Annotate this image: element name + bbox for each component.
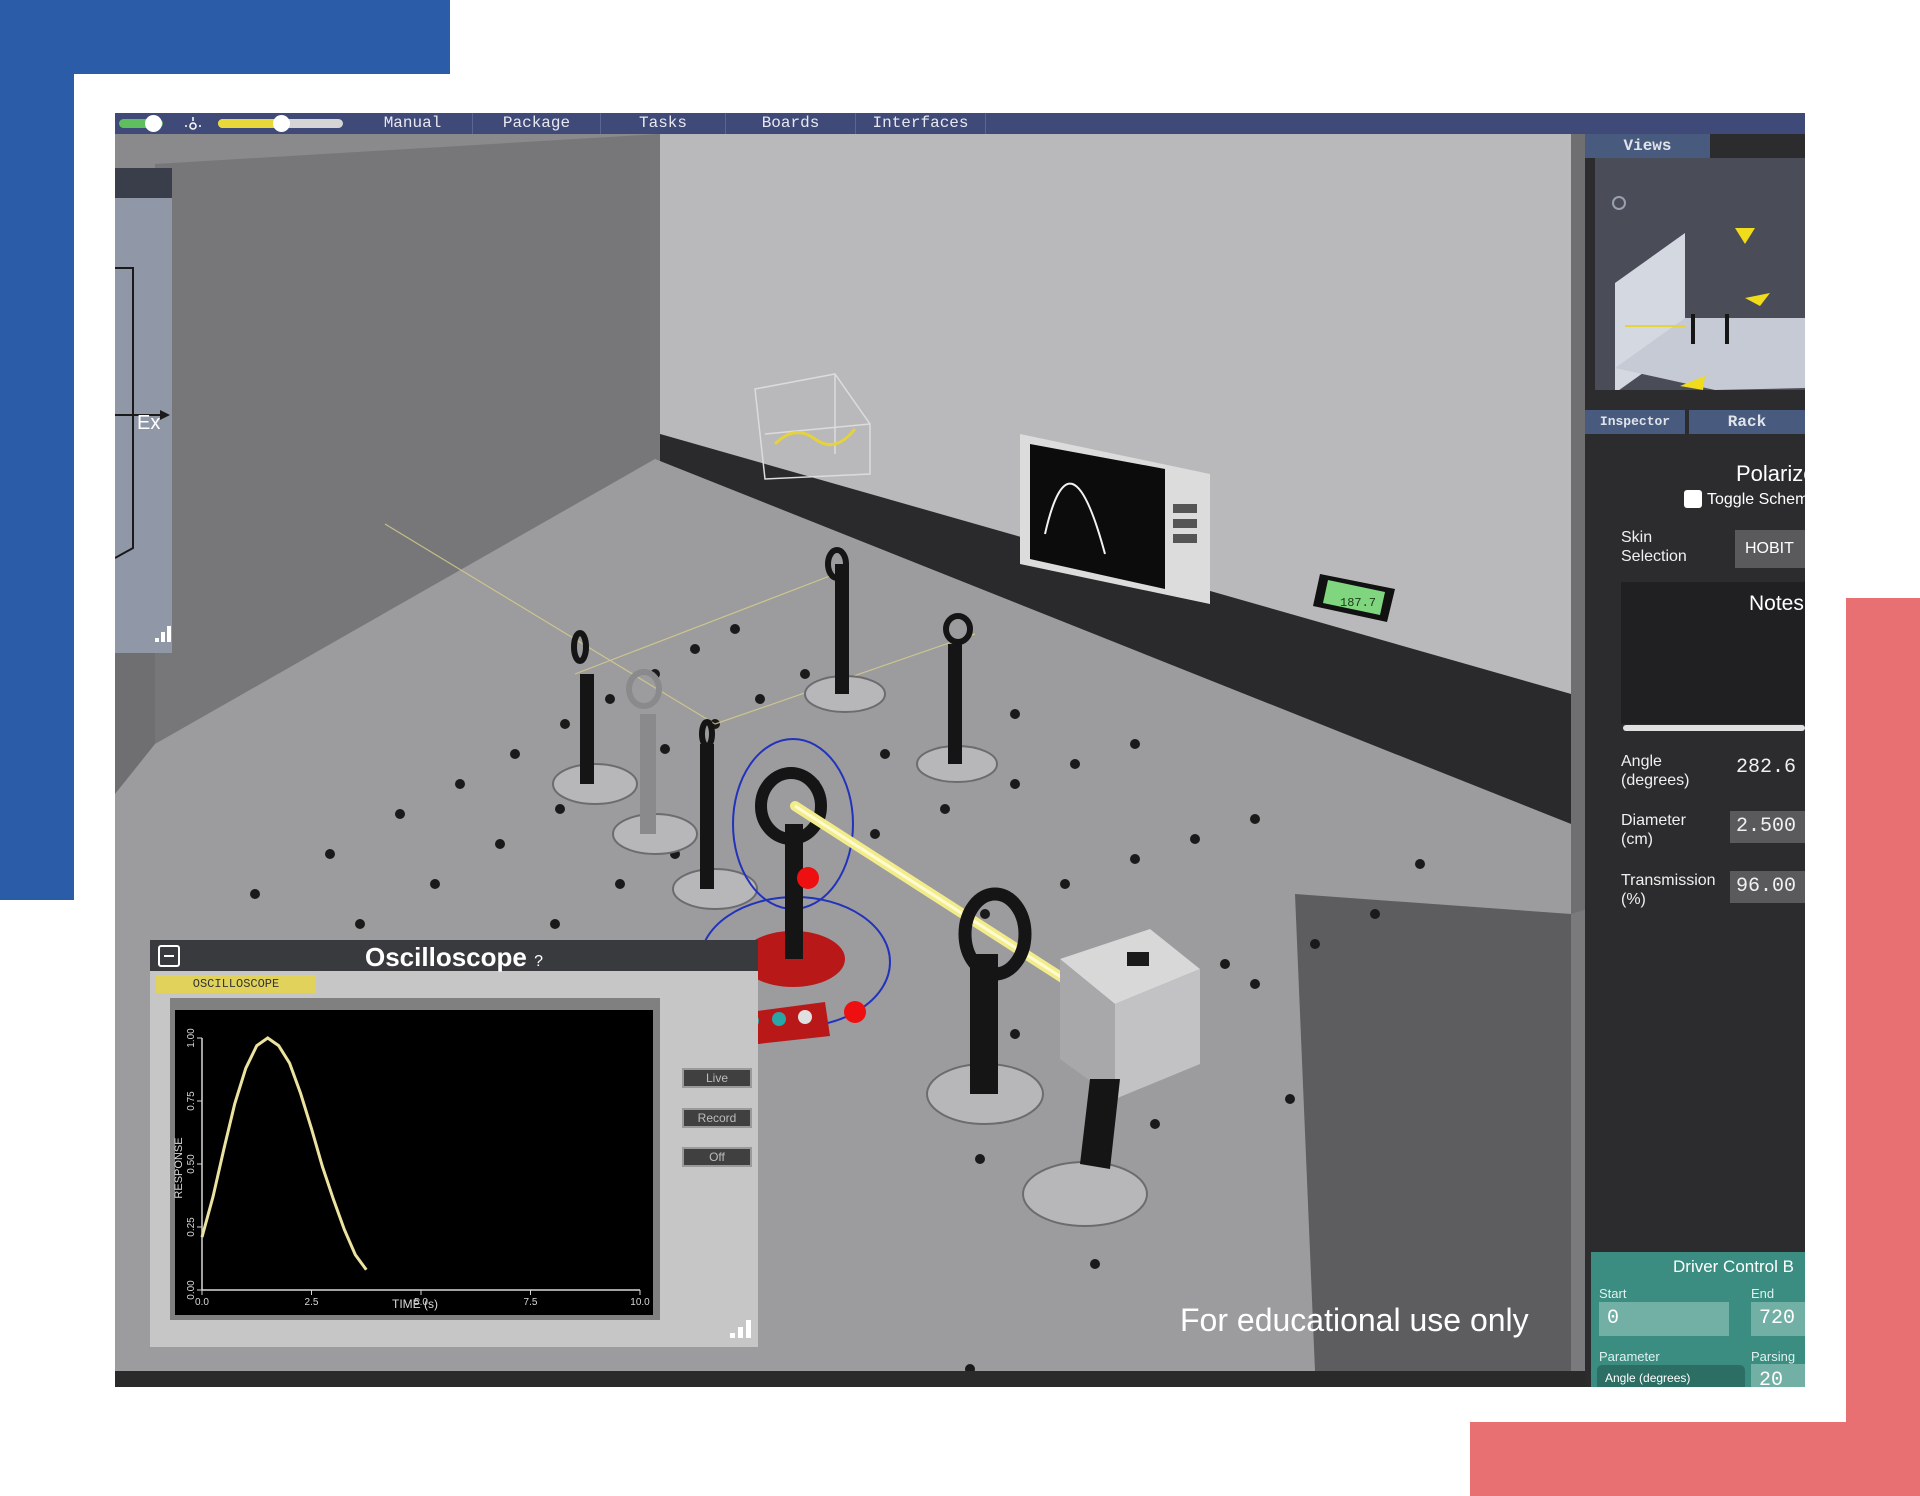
oscilloscope-window[interactable]: Oscilloscope ? OSCILLOSCOPE 0.0 2.5 5.0 7.5… — [150, 940, 758, 1347]
oscilloscope-chart: 0.0 2.5 5.0 7.5 10.00.000.250.500.751.00 TIM… — [170, 998, 660, 1320]
menu-package[interactable]: Package — [473, 113, 601, 134]
right-sidebar: Views Inspector Rack Polarize Toggle Sch… — [1585, 134, 1805, 1387]
skin-selection-dropdown[interactable]: HOBIT — [1735, 530, 1805, 568]
notes-area[interactable]: Notes — [1621, 582, 1805, 724]
angle-label: Angle (degrees) — [1621, 753, 1690, 789]
diameter-field[interactable]: 2.500 — [1730, 811, 1805, 843]
live-button[interactable]: Live — [682, 1068, 752, 1088]
camera-view-marker-icon[interactable] — [1745, 293, 1770, 306]
y-tick-label: 1.00 — [186, 1028, 197, 1048]
parsing-label: Parsing — [1751, 1349, 1796, 1364]
end-label: End — [1751, 1286, 1775, 1301]
transmission-field[interactable]: 96.00 — [1730, 871, 1805, 903]
notes-title: Notes — [1749, 592, 1804, 615]
tab-rack[interactable]: Rack — [1689, 410, 1805, 434]
toggle-schematic-checkbox[interactable] — [1684, 490, 1702, 508]
start-input[interactable]: 0 — [1599, 1302, 1729, 1336]
y-tick-label: 0.75 — [186, 1091, 197, 1111]
meter-reading: 187.7 — [1340, 596, 1376, 610]
oscilloscope-titlebar[interactable]: Oscilloscope ? — [150, 940, 758, 972]
bottom-status-bar — [115, 1371, 1585, 1387]
record-button[interactable]: Record — [682, 1108, 752, 1128]
y-tick-label: 0.00 — [186, 1280, 197, 1300]
skin-selection-label: Skin Selection — [1621, 529, 1687, 565]
toggle-schematic-label: Toggle Schem — [1707, 491, 1805, 508]
field-plot-panel-header — [115, 168, 172, 198]
brightness-icon — [185, 117, 201, 130]
menu-boards[interactable]: Boards — [726, 113, 856, 134]
brightness-slider-knob[interactable] — [273, 115, 290, 132]
transmission-label: Transmission (%) — [1621, 872, 1716, 908]
tab-views[interactable]: Views — [1585, 134, 1710, 158]
menu-manual[interactable]: Manual — [353, 113, 473, 134]
field-plot-panel: Ex — [115, 168, 172, 653]
end-input[interactable]: 720 — [1751, 1302, 1805, 1336]
x-tick-label: 10.0 — [630, 1297, 650, 1308]
x-tick-label: 7.5 — [524, 1297, 538, 1308]
simulation-window: 187.7 Manual Package Tasks Boards Interf… — [115, 113, 1805, 1387]
ex-axis-label: Ex — [137, 412, 161, 434]
driver-control-panel: Driver Control B Start 0 End 720 Paramet… — [1591, 1252, 1805, 1387]
menu-interfaces[interactable]: Interfaces — [856, 113, 986, 134]
y-tick-label: 0.50 — [186, 1154, 197, 1174]
x-tick-label: 0.0 — [195, 1297, 209, 1308]
x-axis-label: TIME (s) — [392, 1297, 438, 1311]
start-label: Start — [1599, 1286, 1627, 1301]
y-tick-label: 0.25 — [186, 1217, 197, 1237]
x-tick-label: 2.5 — [305, 1297, 319, 1308]
diameter-label: Diameter (cm) — [1621, 812, 1686, 848]
y-axis-label: RESPONSE — [173, 1137, 185, 1198]
views-minimap[interactable] — [1595, 158, 1805, 393]
notes-scrollbar[interactable] — [1623, 725, 1805, 731]
tab-inspector[interactable]: Inspector — [1585, 410, 1685, 434]
menu-tasks[interactable]: Tasks — [601, 113, 726, 134]
component-title: Polarize — [1736, 461, 1805, 486]
resize-handle-icon[interactable] — [730, 1317, 752, 1339]
driver-control-title: Driver Control B — [1673, 1257, 1794, 1276]
angle-value[interactable]: 282.6 — [1730, 752, 1805, 784]
educational-watermark: For educational use only — [1180, 1302, 1529, 1338]
eye-icon[interactable] — [1612, 196, 1626, 210]
oscilloscope-badge: OSCILLOSCOPE — [156, 975, 316, 993]
parsing-input[interactable]: 20 — [1751, 1364, 1805, 1387]
parameter-select[interactable]: Angle (degrees) — [1597, 1365, 1745, 1387]
parameter-label: Parameter — [1599, 1349, 1660, 1364]
top-menu-bar: Manual Package Tasks Boards Interfaces — [115, 113, 1805, 134]
off-button[interactable]: Off — [682, 1147, 752, 1167]
camera-view-marker-icon[interactable] — [1735, 228, 1755, 244]
volume-slider-knob[interactable] — [145, 115, 162, 132]
oscilloscope-title: Oscilloscope — [365, 942, 527, 972]
help-icon[interactable]: ? — [534, 953, 543, 970]
